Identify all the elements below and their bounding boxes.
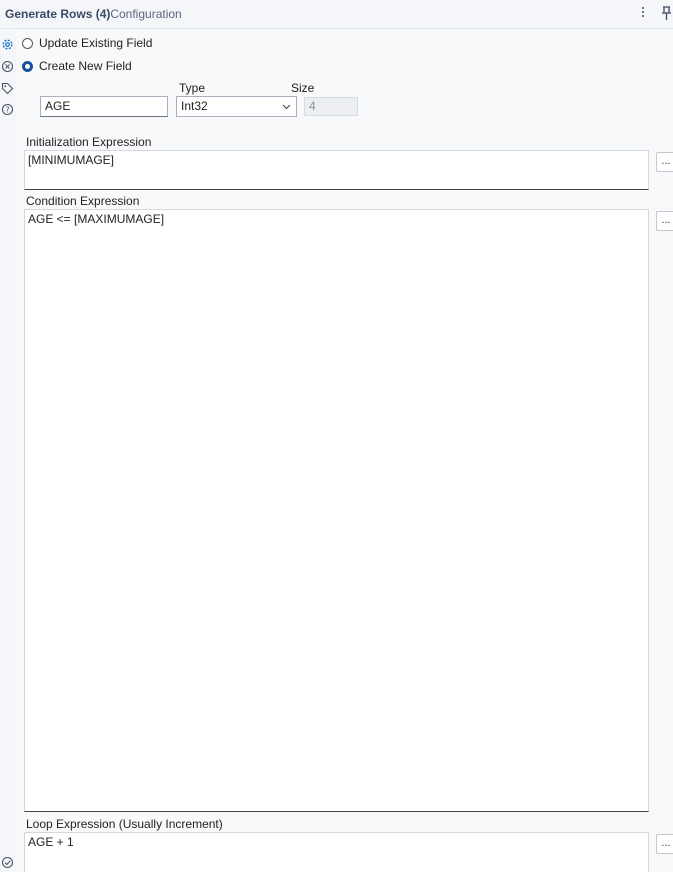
radio-create-new-field[interactable]: Create New Field xyxy=(22,57,132,75)
size-field: 4 xyxy=(304,97,358,116)
init-expression-editor[interactable]: [MINIMUMAGE] xyxy=(24,150,649,190)
radio-button-selected[interactable] xyxy=(22,60,33,72)
type-dropdown-value: Int32 xyxy=(181,99,208,113)
more-options-icon[interactable] xyxy=(638,5,648,21)
radio-label: Create New Field xyxy=(39,59,132,73)
loop-expression-editor[interactable]: AGE + 1 xyxy=(24,832,649,872)
tag-icon[interactable] xyxy=(1,82,14,95)
condition-expression-builder-button[interactable]: ... xyxy=(656,211,673,231)
radio-update-existing-field[interactable]: Update Existing Field xyxy=(22,34,152,52)
init-expression-builder-button[interactable]: ... xyxy=(656,152,673,172)
field-name-input[interactable]: AGE xyxy=(40,96,168,117)
type-dropdown[interactable]: Int32 xyxy=(176,96,297,117)
panel-subtitle: - Configuration xyxy=(103,7,182,21)
condition-expression-label: Condition Expression xyxy=(26,194,140,208)
radio-button[interactable] xyxy=(22,37,33,49)
radio-label: Update Existing Field xyxy=(39,36,153,50)
panel-title: Generate Rows (4) xyxy=(5,7,111,21)
svg-text:?: ? xyxy=(5,105,9,114)
size-label: Size xyxy=(291,81,315,95)
check-icon xyxy=(1,856,14,869)
chevron-down-icon xyxy=(282,104,291,110)
pin-icon[interactable] xyxy=(660,6,673,21)
settings-alt-icon[interactable] xyxy=(1,60,14,73)
type-label: Type xyxy=(179,81,206,95)
init-expression-label: Initialization Expression xyxy=(26,135,152,149)
loop-expression-builder-button[interactable]: ... xyxy=(656,834,673,854)
help-icon[interactable]: ? xyxy=(1,103,14,116)
gear-icon[interactable] xyxy=(1,38,14,51)
condition-expression-editor[interactable]: AGE <= [MAXIMUMAGE] xyxy=(24,209,649,812)
panel-titlebar: Generate Rows (4) - Configuration xyxy=(0,0,673,29)
configuration-panel: Update Existing Field Create New Field T… xyxy=(16,29,673,872)
tool-sidebar: ? xyxy=(0,29,16,872)
loop-expression-label: Loop Expression (Usually Increment) xyxy=(26,817,223,831)
